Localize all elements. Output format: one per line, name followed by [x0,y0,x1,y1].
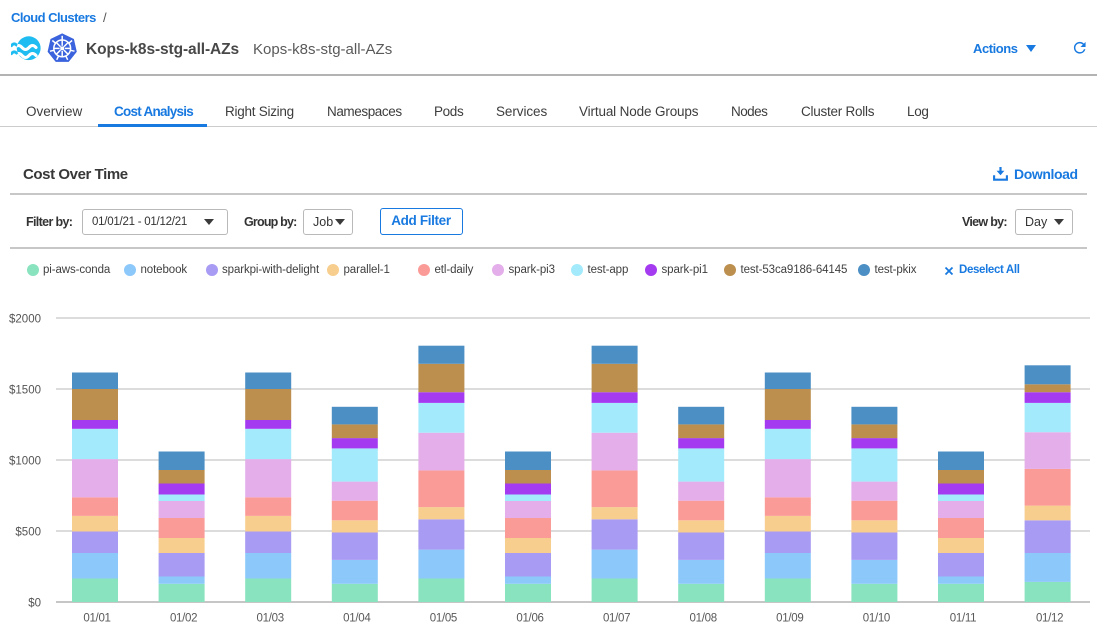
svg-text:$500: $500 [15,527,41,539]
svg-text:01/06: 01/06 [516,613,543,625]
svg-text:$1000: $1000 [9,456,41,468]
svg-text:01/02: 01/02 [170,613,197,625]
svg-text:$0: $0 [28,598,41,610]
svg-text:01/04: 01/04 [343,613,371,625]
svg-text:01/11: 01/11 [950,613,976,625]
svg-text:01/07: 01/07 [603,613,630,625]
svg-text:01/01: 01/01 [83,613,110,625]
svg-text:01/05: 01/05 [430,613,457,625]
svg-text:01/08: 01/08 [690,613,717,625]
svg-text:$1500: $1500 [9,385,41,397]
svg-text:$2000: $2000 [9,314,41,326]
svg-text:01/09: 01/09 [776,613,803,625]
svg-text:01/12: 01/12 [1036,613,1063,625]
svg-text:01/03: 01/03 [257,613,284,625]
svg-text:01/10: 01/10 [863,613,890,625]
